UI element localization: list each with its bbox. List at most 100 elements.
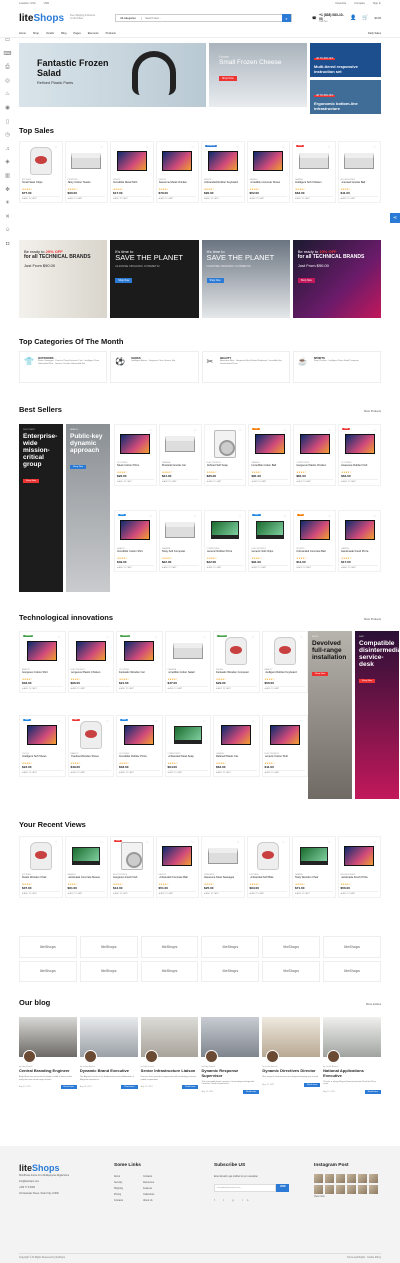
product-name[interactable]: Intelligent Soft Shoes	[22, 755, 63, 762]
product-image[interactable]: ♡	[22, 839, 60, 872]
nav-item-products[interactable]: Products	[106, 32, 116, 35]
blog-post[interactable]: by Jackie Amrein Dynamic Brand Executive T…	[79, 1017, 138, 1094]
fan-icon[interactable]: ✻	[5, 186, 10, 195]
heart-icon[interactable]: ♡	[203, 635, 206, 639]
heart-icon[interactable]: ♡	[149, 514, 152, 518]
add-to-cart-link[interactable]: ⊕ ADD TO CART	[113, 890, 151, 895]
product-card[interactable]: Hot ♡ GAMING Incredible Cotton Ball ★★★★☆ $81…	[248, 424, 292, 486]
heart-icon[interactable]: ♡	[203, 719, 206, 723]
product-name[interactable]: Unbranded Concrete Ball	[159, 876, 197, 883]
product-card[interactable]: ♡ COMPUTERS Generic Rubber Pizza ★★★★☆ $22.0…	[203, 510, 247, 572]
product-name[interactable]: Generic Rubber Pizza	[207, 550, 244, 557]
product-name[interactable]: Tasty Soft Computer	[162, 550, 199, 557]
shop-now-button[interactable]: Shop Now	[115, 278, 133, 283]
daily-sales-link[interactable]: Daily Sales	[368, 32, 381, 35]
more-articles-link[interactable]: More articles	[366, 1003, 381, 1006]
join-button[interactable]: JOIN	[276, 1184, 290, 1192]
product-image[interactable]: ♡	[68, 839, 106, 872]
hero-stack-banner-2[interactable]: UP TO 30% OFF Ergonomic bottom-line infra…	[310, 80, 381, 114]
product-image[interactable]: ♡	[204, 839, 242, 872]
blog-post[interactable]: by Fiby Ruinisk Dynamic Response Supervis…	[201, 1017, 260, 1095]
watch-icon[interactable]: ◷	[5, 131, 10, 140]
favourite-link[interactable]: Favourite	[335, 2, 346, 5]
product-name[interactable]: Fantastic Wooden Computer	[216, 671, 257, 678]
product-card[interactable]: ♡ CAMERA Incredible Cotton Salad ★★★★☆ $47.0…	[164, 631, 211, 693]
search-button[interactable]: ⌕	[281, 14, 291, 22]
washer-icon[interactable]: ◎	[5, 77, 10, 86]
brand-logo[interactable]: liteShops	[262, 960, 321, 982]
heart-icon[interactable]: ♡	[328, 840, 331, 844]
product-image[interactable]: ♡	[341, 513, 378, 546]
add-to-cart-link[interactable]: ⊕ ADD TO CART	[113, 195, 151, 200]
product-card[interactable]: Featured ♡ DEVICE Unbranded Rubber Keyboard…	[201, 141, 245, 203]
product-image[interactable]: ♡	[265, 634, 306, 667]
post-image[interactable]	[79, 1017, 138, 1063]
add-to-cart-link[interactable]: ⊕ ADD TO CART	[296, 564, 334, 569]
heart-icon[interactable]: ♡	[100, 840, 103, 844]
product-name[interactable]: Refined Plastic Car	[216, 755, 257, 762]
heart-icon[interactable]: ♡	[373, 145, 376, 149]
product-image[interactable]: ♡	[265, 718, 306, 751]
footer-logo[interactable]: liteShops	[19, 1163, 104, 1173]
product-image[interactable]: ♡	[168, 718, 209, 751]
heart-icon[interactable]: ♡	[328, 428, 331, 432]
heart-icon[interactable]: ♡	[373, 514, 376, 518]
add-to-cart-link[interactable]: ⊕ ADD TO CART	[216, 685, 257, 690]
category-box[interactable]: 👕 OUTDOORS Rustic Sausages · Practical Tas…	[19, 351, 108, 383]
shop-now-button[interactable]: Shop Now	[70, 465, 87, 469]
product-name[interactable]: Fantastic Wooden Car	[119, 671, 160, 678]
nav-item-home[interactable]: Home	[19, 32, 26, 35]
heart-icon[interactable]: ♡	[328, 145, 331, 149]
product-image[interactable]: ♡	[117, 427, 154, 460]
location[interactable]: Location: USA	[19, 2, 36, 5]
product-name[interactable]: Awesome Steel Sausages	[204, 876, 242, 883]
logo[interactable]: liteShops	[19, 13, 64, 24]
product-card[interactable]: ♡ GAMING Refined Plastic Car ★★★★☆ $62.00 ⊕ A…	[213, 715, 260, 777]
product-image[interactable]: ♡	[207, 513, 244, 546]
product-image[interactable]: ♡	[159, 839, 197, 872]
product-name[interactable]: Awesome Rubber Fish	[341, 464, 378, 471]
blog-post[interactable]: by Jackie Amrein National Applications Ex…	[323, 1017, 381, 1095]
add-to-cart-link[interactable]: ⊕ ADD TO CART	[161, 564, 199, 569]
add-to-cart-link[interactable]: ⊕ ADD TO CART	[340, 195, 378, 200]
heart-icon[interactable]: ♡	[191, 145, 194, 149]
product-name[interactable]: Awesome Metal Chicken	[159, 181, 197, 188]
category-select[interactable]: All categories	[116, 16, 143, 20]
brand-logo[interactable]: liteShops	[323, 960, 381, 982]
add-to-cart-link[interactable]: ⊕ ADD TO CART	[295, 890, 333, 895]
product-name[interactable]: Incredible Cotton Ball	[251, 464, 288, 471]
heart-icon[interactable]: ♡	[300, 635, 303, 639]
heart-icon[interactable]: ♡	[100, 145, 103, 149]
user-icon[interactable]: 👤	[350, 15, 356, 21]
heart-icon[interactable]: ♡	[191, 840, 194, 844]
nav-item-shop[interactable]: Shop	[33, 32, 39, 35]
product-card[interactable]: ♡ PRINTERS Tasty Cotton Towels ★★★★☆ $60.00 ⊕…	[64, 141, 108, 203]
add-to-cart-link[interactable]: ⊕ ADD TO CART	[158, 890, 196, 895]
product-card[interactable]: New ♡ TOOLS Intelligent Soft Shoes ★★★★☆ $22.…	[19, 715, 66, 777]
add-to-cart-link[interactable]: ⊕ ADD TO CART	[206, 478, 244, 483]
add-to-cart-link[interactable]: ⊕ ADD TO CART	[340, 890, 378, 895]
phone-icon[interactable]: ▯	[6, 118, 9, 127]
product-name[interactable]: Licensed Granite Ball	[341, 181, 379, 188]
product-card[interactable]: Limited ♡ SHOES Fantastic Wooden Computer ★★…	[213, 631, 260, 693]
add-to-cart-link[interactable]: ⊕ ADD TO CART	[295, 195, 333, 200]
best-sellers-banner-1[interactable]: DISCOVERY Enterprise-wide mission-critic…	[19, 424, 63, 592]
hero-side-banner[interactable]: Home Small Frozen Cheese Shop Now	[209, 43, 307, 107]
view-more-link[interactable]: View more	[314, 1194, 378, 1200]
add-to-cart-link[interactable]: ⊕ ADD TO CART	[251, 478, 289, 483]
product-name[interactable]: Gorgeous Plastic Chicken	[71, 671, 112, 678]
product-image[interactable]: ♡	[250, 839, 288, 872]
category-box[interactable]: ☕ SPORTS Tasty Chicken · Intelligent Pants…	[292, 351, 381, 383]
shop-now-button[interactable]: Shop Now	[297, 278, 315, 283]
product-name[interactable]: Incredible Rubber Pizza	[119, 755, 160, 762]
add-to-cart-link[interactable]: ⊕ ADD TO CART	[167, 769, 208, 774]
add-to-cart-link[interactable]: ⊕ ADD TO CART	[249, 890, 287, 895]
product-name[interactable]: Gorgeous Fresh Fish	[113, 876, 151, 883]
product-card[interactable]: ♡ DEVICE Incredible Metal Shirt ★★★★☆ $17.00…	[110, 141, 154, 203]
add-to-cart-link[interactable]: ⊕ ADD TO CART	[158, 195, 196, 200]
instagram-grid[interactable]	[314, 1174, 378, 1194]
post-title[interactable]: Senior Infrastructure Liaison	[141, 1068, 199, 1074]
tools-icon[interactable]: ✕	[5, 213, 10, 222]
add-to-cart-link[interactable]: ⊕ ADD TO CART	[117, 478, 154, 483]
add-to-cart-link[interactable]: ⊕ ADD TO CART	[67, 195, 105, 200]
